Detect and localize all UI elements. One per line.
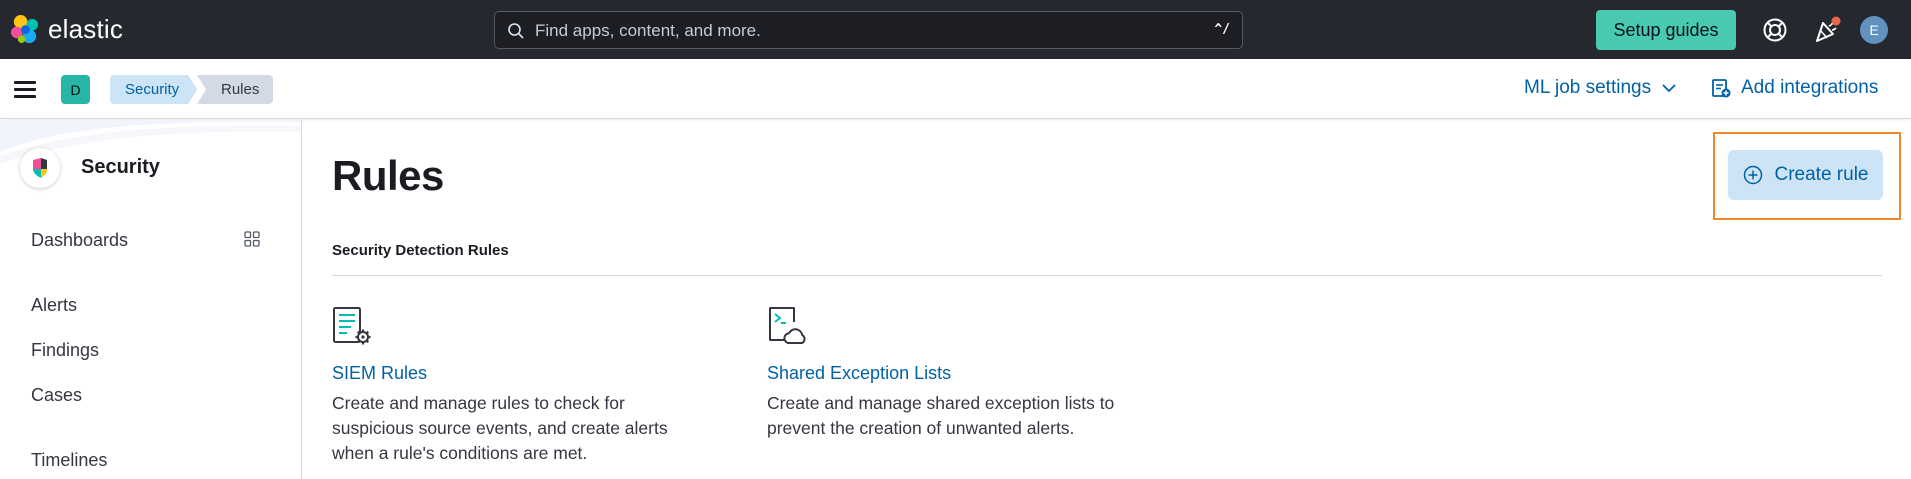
search-icon [508,23,524,39]
sidebar-item-timelines[interactable]: Timelines [31,450,107,471]
user-avatar[interactable]: E [1860,16,1888,44]
security-app-logo [20,148,60,188]
breadcrumb-rules: Rules [197,75,274,104]
menu-toggle-icon[interactable] [14,81,36,98]
search-shortcut: ^/ [1214,22,1230,37]
ml-job-settings-label: ML job settings [1524,77,1652,98]
sidebar-item-cases[interactable]: Cases [31,385,82,406]
chevron-down-icon [1662,84,1676,93]
shared-exception-lists-link[interactable]: Shared Exception Lists [767,363,951,384]
elastic-cluster-icon [10,14,39,44]
create-rule-button[interactable]: Create rule [1728,150,1883,200]
siem-rules-description-line: when a rule's conditions are met. [332,443,588,463]
siem-rules-link[interactable]: SIEM Rules [332,363,427,384]
breadcrumb-bar: D Security Rules ML job settings Add int… [0,59,1911,119]
shared-exceptions-icon [769,307,806,344]
siem-rules-icon [333,307,371,345]
help-icon[interactable] [1762,17,1788,43]
shared-exceptions-description-line: Create and manage shared exception lists… [767,393,1115,413]
breadcrumb-security[interactable]: Security [110,75,197,104]
create-rule-label: Create rule [1774,164,1869,185]
top-header: elastic ^/ Setup guides E [0,0,1911,59]
sidebar-title: Security [81,156,160,178]
main-content: Rules Create rule Security Detection Rul… [303,120,1911,479]
add-integrations-label: Add integrations [1741,77,1879,98]
shared-exceptions-card: Shared Exception Lists Create and manage… [767,306,1114,438]
shared-exceptions-description: Create and manage shared exception lists… [767,391,1167,441]
search-input[interactable] [535,18,1175,44]
plus-in-circle-icon [1743,165,1762,185]
siem-rules-card: SIEM Rules Create and manage rules to ch… [332,306,668,463]
ml-job-settings-button[interactable]: ML job settings [1524,77,1677,99]
add-integrations-button[interactable]: Add integrations [1711,77,1878,99]
siem-rules-description: Create and manage rules to check for sus… [332,391,712,466]
add-integration-icon [1712,79,1731,98]
siem-rules-description-line: Create and manage rules to check for [332,393,625,413]
section-title: Security Detection Rules [332,242,509,259]
section-divider [332,275,1882,276]
news-feed-icon[interactable] [1812,14,1842,46]
sidebar-item-alerts[interactable]: Alerts [31,295,77,316]
page-title: Rules [332,152,444,199]
global-search[interactable]: ^/ [494,11,1243,49]
elastic-logo[interactable]: elastic [10,14,123,45]
space-selector[interactable]: D [61,75,90,104]
siem-rules-description-line: suspicious source events, and create ale… [332,418,668,438]
shared-exceptions-description-line: prevent the creation of unwanted alerts. [767,418,1075,438]
security-shield-icon [33,158,47,178]
brand-name: elastic [48,14,124,44]
security-sidebar: Security Dashboards Alerts Findings Case… [0,120,302,479]
grid-icon[interactable] [244,231,260,247]
setup-guides-button[interactable]: Setup guides [1596,10,1736,50]
sidebar-item-dashboards[interactable]: Dashboards [31,230,128,251]
sidebar-item-findings[interactable]: Findings [31,340,99,361]
